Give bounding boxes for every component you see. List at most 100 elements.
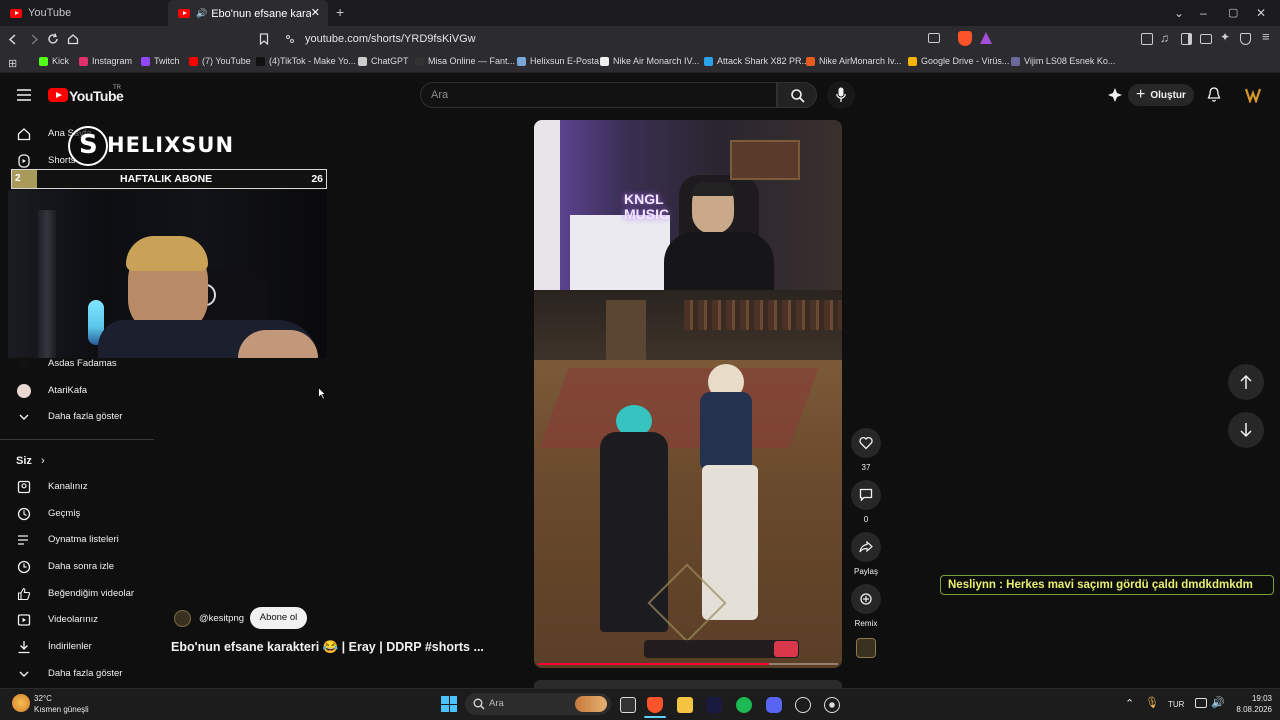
account-avatar[interactable]: [1245, 87, 1261, 103]
network-icon[interactable]: [1195, 698, 1207, 708]
windows-start-icon[interactable]: [441, 696, 457, 712]
extensions-icon[interactable]: [1141, 33, 1153, 45]
clock-time[interactable]: 19:03: [1232, 694, 1272, 703]
sidebar-item-liked[interactable]: Beğendiğim videolar: [0, 582, 154, 606]
tray-overflow-icon[interactable]: ⌃: [1125, 697, 1134, 710]
back-icon[interactable]: [8, 34, 18, 45]
bookmark-item[interactable]: Instagram: [79, 56, 132, 66]
tray-mic-icon[interactable]: 🎙: [1145, 696, 1159, 709]
you-section-header[interactable]: Siz ›: [16, 455, 45, 467]
hamburger-menu-icon[interactable]: [17, 89, 31, 101]
arrow-up-icon: [1240, 374, 1252, 389]
weather-temperature[interactable]: 32°C: [34, 694, 52, 703]
site-settings-icon[interactable]: [285, 34, 295, 44]
close-tab-icon[interactable]: ✕: [311, 6, 320, 19]
short-title[interactable]: Ebo'nun efsane karakteri 😂 | Eray | DDRP…: [171, 640, 484, 655]
taskbar-search-box[interactable]: Ara: [465, 693, 611, 715]
input-language[interactable]: TUR: [1168, 700, 1184, 709]
wallet-icon[interactable]: [1200, 34, 1212, 44]
media-controls-icon[interactable]: ♫: [1160, 31, 1169, 45]
bookmark-item[interactable]: ChatGPT: [358, 56, 409, 66]
bookmark-item[interactable]: Kick: [39, 56, 69, 66]
brave-shields-icon[interactable]: [958, 31, 972, 46]
task-view-icon[interactable]: [620, 697, 636, 713]
subscription-item[interactable]: AtariKafa: [0, 379, 154, 403]
comment-button[interactable]: [851, 480, 881, 510]
minimize-icon[interactable]: –: [1200, 6, 1207, 20]
like-button[interactable]: [851, 428, 881, 458]
channel-avatar[interactable]: [174, 610, 191, 627]
sidebar-toggle-icon[interactable]: [1181, 33, 1192, 45]
create-sparkle-icon[interactable]: [1108, 88, 1122, 102]
show-more-subscriptions[interactable]: Daha fazla göster: [0, 405, 154, 429]
sidebar-item-your-videos[interactable]: Videolarınız: [0, 608, 154, 632]
cast-icon[interactable]: [928, 33, 940, 43]
vpn-icon[interactable]: [1240, 33, 1251, 45]
file-explorer-icon[interactable]: [677, 697, 693, 713]
home-button-icon[interactable]: [67, 33, 79, 45]
progress-track[interactable]: [538, 663, 838, 665]
subscription-item[interactable]: Asdas Fadamas: [0, 352, 154, 376]
sidebar-item-download[interactable]: İndirilenler: [0, 635, 154, 659]
bookmark-item[interactable]: (7) YouTube: [189, 56, 251, 66]
notifications-bell-icon[interactable]: [1207, 87, 1221, 103]
sidebar-item-label: Beğendiğim videolar: [48, 588, 135, 599]
spotify-icon[interactable]: [736, 697, 752, 713]
search-button[interactable]: [777, 82, 817, 108]
weather-icon[interactable]: [12, 694, 30, 712]
volume-icon[interactable]: 🔊: [1211, 696, 1225, 709]
bookmark-item[interactable]: Nike AirMonarch Iv...: [806, 56, 901, 66]
sidebar-item-channel[interactable]: Kanalınız: [0, 475, 154, 499]
weather-description[interactable]: Kısmen güneşli: [34, 705, 89, 714]
forward-icon[interactable]: [29, 34, 39, 45]
create-button[interactable]: + Oluştur: [1128, 84, 1194, 106]
bookmark-item[interactable]: Attack Shark X82 PR...: [704, 56, 809, 66]
show-more-you[interactable]: Daha fazla göster: [0, 662, 154, 686]
sub-counter-label: HAFTALIK ABONE: [120, 173, 213, 185]
next-short-button[interactable]: [1228, 412, 1264, 448]
brave-rewards-icon[interactable]: [980, 32, 992, 44]
bookmark-item[interactable]: Google Drive - Virüs...: [908, 56, 1009, 66]
record-button[interactable]: [774, 641, 798, 657]
bookmark-item[interactable]: Nike Air Monarch IV...: [600, 56, 699, 66]
bookmark-item[interactable]: Helixsun E-Posta: [517, 56, 599, 66]
sidebar-item-history[interactable]: Geçmiş: [0, 502, 154, 526]
shorts-video-player[interactable]: KNGL MUSIC: [534, 120, 842, 668]
url-text[interactable]: youtube.com/shorts/YRD9fsKiVGw: [305, 33, 476, 45]
arrow-down-icon: [1240, 423, 1252, 438]
clock-date[interactable]: 8.08.2026: [1224, 705, 1272, 714]
youtube-logo-icon[interactable]: [48, 88, 68, 102]
bookmarks-bar: ⊞ Kick Instagram Twitch (7) YouTube (4)TikTo…: [0, 53, 1280, 73]
sidebar-item-playlist[interactable]: Oynatma listeleri: [0, 528, 154, 552]
remix-button[interactable]: [851, 584, 881, 614]
maximize-icon[interactable]: ▢: [1228, 6, 1238, 19]
leo-ai-icon[interactable]: ✦: [1220, 30, 1230, 44]
subscribe-button[interactable]: Abone ol: [250, 607, 307, 629]
tab-youtube[interactable]: YouTube: [0, 0, 168, 26]
reload-icon[interactable]: [47, 33, 59, 45]
bookmark-favicon-icon: [704, 56, 713, 66]
tab-list-icon[interactable]: ⌄: [1174, 6, 1184, 20]
bookmark-item[interactable]: Twitch: [141, 56, 180, 66]
bookmark-item[interactable]: (4)TikTok - Make Yo...: [256, 56, 356, 66]
new-tab-button[interactable]: +: [336, 4, 344, 20]
audio-track-thumbnail[interactable]: [856, 638, 876, 658]
tab-active-short[interactable]: 🔊 Ebo'nun efsane karakteri 😂 ✕: [168, 0, 328, 26]
app-icon[interactable]: [706, 697, 722, 713]
sidebar-item-watch-later[interactable]: Daha sonra izle: [0, 555, 154, 579]
short-channel-name[interactable]: @kesitpng: [199, 613, 244, 624]
brave-browser-icon[interactable]: [647, 697, 663, 713]
voice-search-button[interactable]: [827, 81, 855, 109]
discord-icon[interactable]: [766, 697, 782, 713]
settings-app-icon[interactable]: [824, 697, 840, 713]
bookmark-item[interactable]: Misa Online — Fant...: [415, 56, 515, 66]
bookmark-icon[interactable]: [259, 33, 269, 45]
search-input[interactable]: [420, 82, 777, 108]
steam-icon[interactable]: [795, 697, 811, 713]
apps-grid-icon[interactable]: ⊞: [8, 57, 17, 70]
share-button[interactable]: [851, 532, 881, 562]
bookmark-item[interactable]: Vijim LS08 Esnek Ko...: [1011, 56, 1115, 66]
previous-short-button[interactable]: [1228, 364, 1264, 400]
menu-icon[interactable]: ≡: [1262, 29, 1270, 44]
close-window-icon[interactable]: ✕: [1256, 6, 1266, 20]
